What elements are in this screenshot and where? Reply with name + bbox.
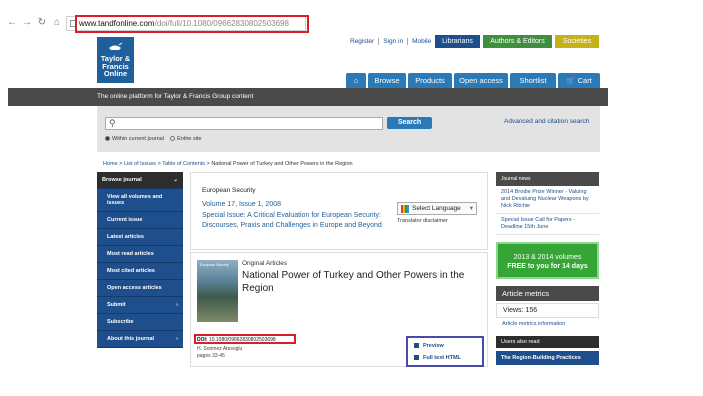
browse-nav[interactable]: Browse xyxy=(368,73,406,88)
advanced-search-link[interactable]: Advanced and citation search xyxy=(504,118,589,125)
radio-entire-site[interactable] xyxy=(170,136,176,142)
promo-line-1: 2013 & 2014 volumes xyxy=(513,254,582,261)
language-select[interactable]: Select Language ▾ xyxy=(397,202,477,215)
views-count: Views: 156 xyxy=(496,303,599,318)
sidebar-most-read[interactable]: Most read articles xyxy=(97,246,183,263)
librarians-button[interactable]: Librarians xyxy=(435,35,480,48)
access-options: Preview Full text HTML xyxy=(406,336,484,367)
sidebar-browse-journal[interactable]: Browse journal ⌄ xyxy=(97,172,183,189)
breadcrumb-current: National Power of Turkey and Other Power… xyxy=(211,161,353,167)
site-logo[interactable]: Taylor & Francis Online xyxy=(97,37,134,83)
full-text-label: Full text HTML xyxy=(423,355,461,361)
translator-disclaimer-link[interactable]: Translator disclaimer xyxy=(397,218,448,224)
preview-link[interactable]: Preview xyxy=(414,343,444,349)
logo-line-3: Online xyxy=(103,69,128,78)
sidebar-all-volumes[interactable]: View all volumes and issues xyxy=(97,189,183,212)
journal-info: European Security Volume 17, Issue 1, 20… xyxy=(190,172,488,250)
journal-news-heading: Journal news xyxy=(496,172,599,186)
volume-issue-link[interactable]: Volume 17, Issue 1, 2008 xyxy=(202,201,281,208)
search-icon: ⚲ xyxy=(109,118,116,128)
search-input[interactable]: ⚲ xyxy=(105,117,383,130)
radio-within-journal[interactable] xyxy=(105,136,110,142)
sidebar-most-cited[interactable]: Most cited articles xyxy=(97,263,183,280)
journal-news: Journal news 2014 Brodie Prize Winner - … xyxy=(496,172,599,235)
authors-editors-button[interactable]: Authors & Editors xyxy=(483,35,552,48)
sidebar-label: Latest articles xyxy=(107,234,144,240)
register-link[interactable]: Register xyxy=(346,38,380,45)
page-range: pages 33-45 xyxy=(197,353,225,359)
sidebar-label: About this journal xyxy=(107,336,155,342)
reload-icon[interactable]: ↻ xyxy=(36,17,48,29)
home-nav-button[interactable]: ⌂ xyxy=(346,73,366,88)
lamp-icon xyxy=(109,42,123,50)
author-name[interactable]: H. Sonmez Atesoglu xyxy=(197,346,242,352)
home-icon[interactable]: ⌂ xyxy=(51,17,63,29)
highlight-box-url xyxy=(75,15,309,33)
sidebar-label: Submit xyxy=(107,302,126,308)
special-issue-link[interactable]: Special Issue: A Critical Evaluation for… xyxy=(202,211,384,231)
journal-sidebar: Browse journal ⌄ View all volumes and iss… xyxy=(97,172,183,348)
chevron-right-icon: › xyxy=(176,336,178,342)
news-item-call-for-papers[interactable]: Special Issue Call for Papers - Deadline… xyxy=(496,214,599,235)
users-also-read-heading: Users also read xyxy=(496,336,599,348)
html-icon xyxy=(414,355,419,361)
breadcrumb: Home > List of Issues > Table of Content… xyxy=(103,161,353,167)
journal-title[interactable]: European Security xyxy=(202,187,255,194)
sign-in-link[interactable]: Sign in xyxy=(379,38,409,45)
entire-site-label: Entire site xyxy=(177,136,202,142)
journal-cover-image[interactable]: European Security xyxy=(197,260,238,322)
shortlist-nav[interactable]: Shortlist xyxy=(510,73,556,88)
search-panel: ⚲ Search Advanced and citation search Wi… xyxy=(97,106,600,152)
search-button[interactable]: Search xyxy=(387,117,432,129)
forward-icon[interactable]: → xyxy=(21,17,33,29)
news-item-brodie-prize[interactable]: 2014 Brodie Prize Winner - Valuing and D… xyxy=(496,186,599,214)
sidebar-label: View all volumes and issues xyxy=(107,194,163,206)
sidebar-label: Open access articles xyxy=(107,285,162,291)
google-translate-icon xyxy=(401,205,409,213)
cart-icon: 🛒 xyxy=(566,76,576,85)
cover-title: European Security xyxy=(200,263,229,267)
free-volumes-promo[interactable]: 2013 & 2014 volumes FREE to you for 14 d… xyxy=(496,242,599,279)
societies-button[interactable]: Societies xyxy=(555,35,599,48)
full-text-html-link[interactable]: Full text HTML xyxy=(414,355,461,361)
highlight-box-doi xyxy=(194,334,296,344)
mobile-link[interactable]: Mobile xyxy=(408,38,435,45)
house-icon: ⌂ xyxy=(353,76,359,85)
breadcrumb-issues[interactable]: List of Issues xyxy=(124,161,156,167)
sidebar-label: Browse journal xyxy=(102,177,142,183)
products-nav[interactable]: Products xyxy=(408,73,452,88)
cart-nav[interactable]: 🛒 Cart xyxy=(558,73,600,88)
cart-label: Cart xyxy=(577,76,592,85)
account-links: Register Sign in Mobile xyxy=(346,38,435,48)
chevron-right-icon: › xyxy=(176,302,178,308)
sidebar-current-issue[interactable]: Current issue xyxy=(97,212,183,229)
search-scope: Within current journal Entire site xyxy=(105,136,202,142)
within-journal-label: Within current journal xyxy=(112,136,164,142)
preview-icon xyxy=(414,343,419,349)
article-title: National Power of Turkey and Other Power… xyxy=(242,270,465,294)
back-icon[interactable]: ← xyxy=(6,17,18,29)
sidebar-latest-articles[interactable]: Latest articles xyxy=(97,229,183,246)
preview-label: Preview xyxy=(423,343,444,349)
sidebar-open-access[interactable]: Open access articles xyxy=(97,280,183,297)
breadcrumb-toc[interactable]: Table of Contents xyxy=(162,161,205,167)
article-metrics-heading: Article metrics xyxy=(496,286,599,301)
sidebar-label: Most cited articles xyxy=(107,268,155,274)
language-label: Select Language xyxy=(412,205,461,212)
tagline-banner: The online platform for Taylor & Francis… xyxy=(8,88,608,106)
sidebar-label: Subscribe xyxy=(107,319,134,325)
dropdown-arrow-icon: ▾ xyxy=(469,205,473,212)
open-access-nav[interactable]: Open access xyxy=(454,73,508,88)
sidebar-about[interactable]: About this journal › xyxy=(97,331,183,348)
chevron-down-icon: ⌄ xyxy=(173,177,178,183)
breadcrumb-home[interactable]: Home xyxy=(103,161,118,167)
users-also-read-item[interactable]: The Region-Building Practices xyxy=(496,351,599,365)
sidebar-label: Most read articles xyxy=(107,251,154,257)
sidebar-subscribe[interactable]: Subscribe xyxy=(97,314,183,331)
article-type: Original Articles xyxy=(242,260,288,267)
sidebar-submit[interactable]: Submit › xyxy=(97,297,183,314)
promo-line-2: FREE to you for 14 days xyxy=(507,263,588,270)
sidebar-label: Current issue xyxy=(107,217,143,223)
metrics-info-link[interactable]: Article metrics information xyxy=(502,321,565,327)
